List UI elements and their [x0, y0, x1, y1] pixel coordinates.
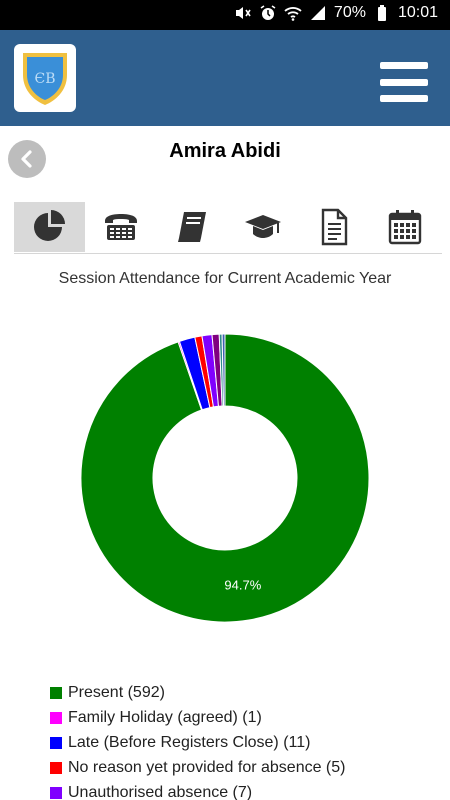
book-icon: [177, 212, 206, 242]
legend-swatch: [50, 736, 62, 749]
legend-item[interactable]: Family Holiday (agreed) (1): [50, 705, 440, 730]
legend-item[interactable]: No reason yet provided for absence (5): [50, 755, 440, 780]
legend-item[interactable]: Late (Before Registers Close) (11): [50, 730, 440, 755]
battery-icon: [373, 4, 391, 22]
signal-icon: [309, 4, 327, 22]
legend-item[interactable]: Unauthorised absence (7): [50, 780, 440, 800]
legend-label: Present (592): [68, 683, 165, 701]
clock: 10:01: [397, 4, 438, 21]
attendance-donut-chart: 94.7%: [0, 300, 450, 660]
legend-item[interactable]: Present (592): [50, 680, 440, 705]
tab-reports[interactable]: [298, 202, 369, 252]
student-name: Amira Abidi: [169, 140, 281, 162]
donut-svg: 94.7%: [80, 333, 370, 623]
app-bar: ЄB: [0, 30, 450, 126]
legend-swatch: [50, 761, 62, 774]
alarm-icon: [259, 4, 277, 22]
slice-percent-label: 94.7%: [224, 578, 261, 593]
legend-label: No reason yet provided for absence (5): [68, 758, 346, 776]
chart-legend: Present (592) Family Holiday (agreed) (1)…: [50, 680, 440, 800]
status-bar: 70% 10:01: [0, 0, 450, 30]
tab-contacts[interactable]: [85, 202, 156, 252]
tab-calendar[interactable]: [369, 202, 440, 252]
chart-title: Session Attendance for Current Academic …: [58, 270, 392, 287]
school-crest-logo[interactable]: ЄB: [14, 44, 76, 112]
hamburger-menu-icon[interactable]: [380, 62, 428, 102]
svg-text:ЄB: ЄB: [35, 71, 56, 87]
graduation-cap-icon: [244, 215, 281, 238]
document-icon: [321, 208, 347, 246]
pie-chart-icon: [33, 210, 65, 241]
wifi-icon: [284, 4, 302, 22]
battery-percentage: 70%: [333, 4, 366, 21]
legend-swatch: [50, 686, 62, 699]
legend-label: Unauthorised absence (7): [68, 783, 253, 800]
legend-swatch: [50, 711, 62, 724]
legend-label: Family Holiday (agreed) (1): [68, 708, 262, 726]
tab-education[interactable]: [227, 202, 298, 252]
calendar-icon: [388, 210, 421, 245]
telephone-icon: [104, 214, 137, 240]
legend-label: Late (Before Registers Close) (11): [68, 733, 311, 751]
tab-attendance[interactable]: [14, 202, 85, 252]
student-header: Amira Abidi: [0, 126, 450, 190]
mute-icon: [234, 4, 252, 22]
section-tabs: [14, 202, 442, 254]
legend-swatch: [50, 786, 62, 799]
tab-homework[interactable]: [156, 202, 227, 252]
